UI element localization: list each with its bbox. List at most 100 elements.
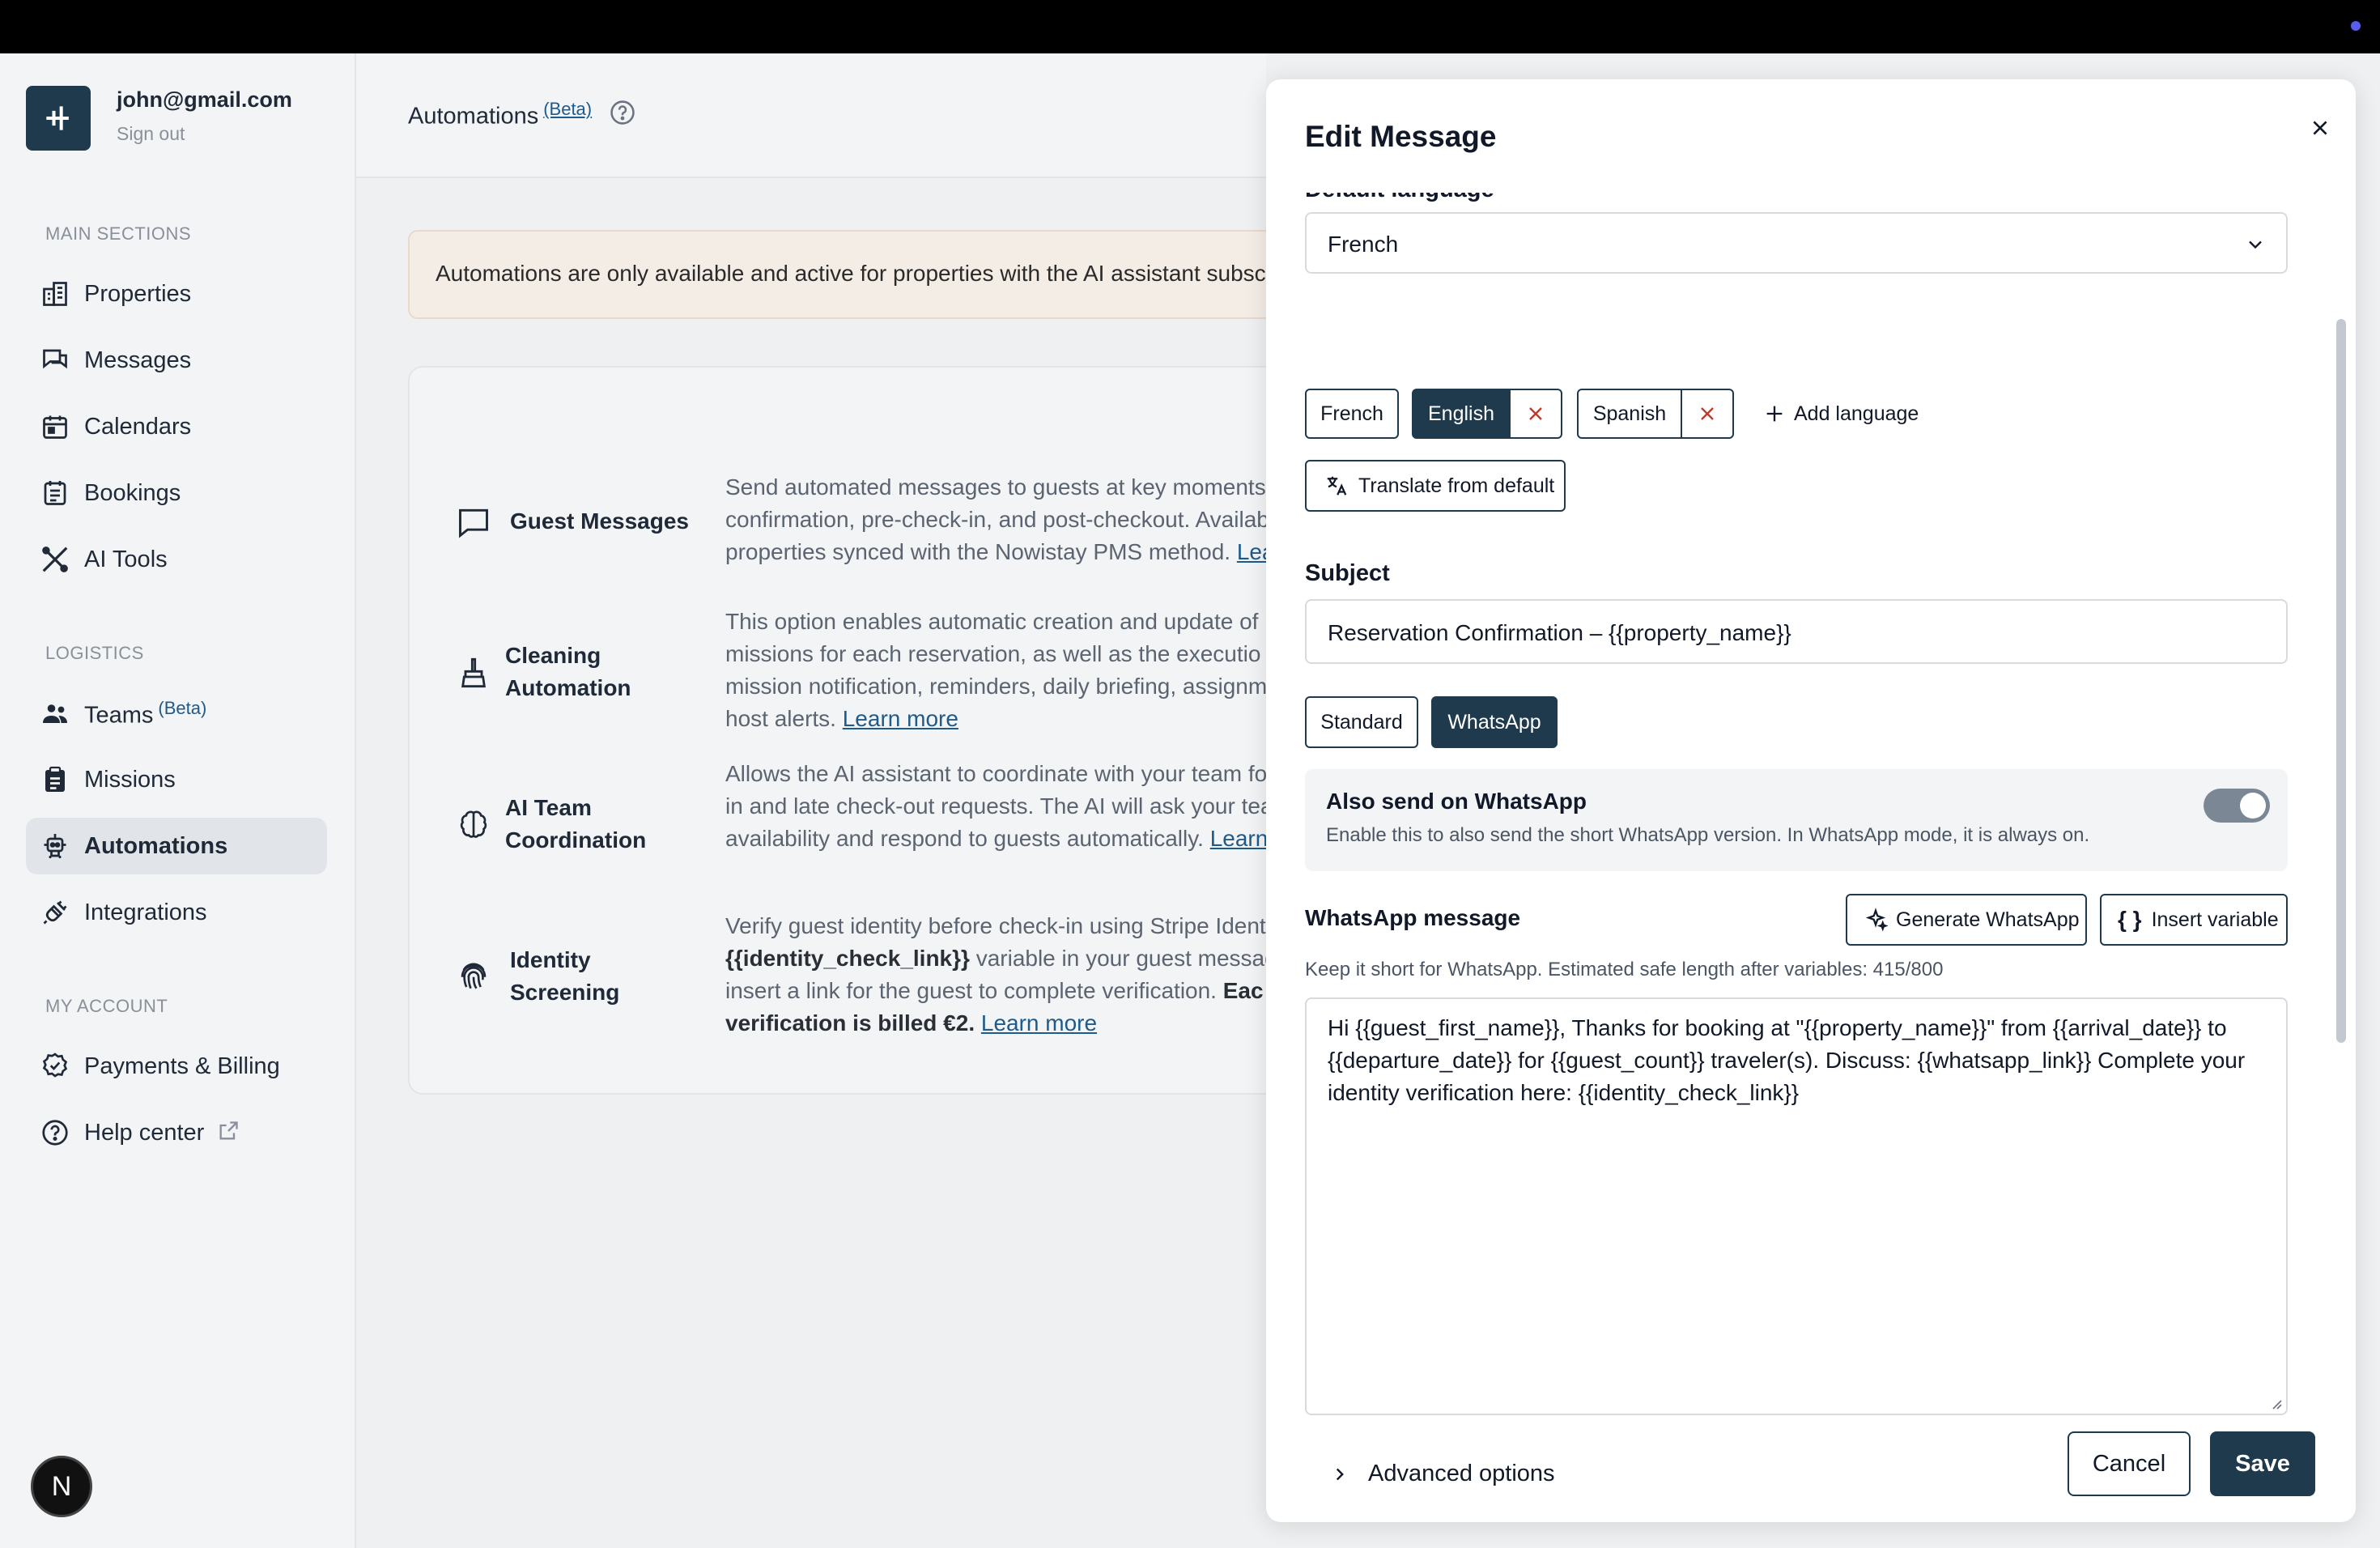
nav-label: AI Tools [84,546,168,572]
nav-label: Calendars [84,413,192,440]
insert-variable-button[interactable]: { } Insert variable [2100,894,2288,946]
user-email: john@gmail.com [117,87,292,112]
clipboard-icon [37,762,73,797]
nav-calendars[interactable]: Calendars [26,398,327,455]
lang-chip-spanish[interactable]: Spanish [1577,389,1682,439]
remove-spanish-button[interactable] [1682,389,1734,439]
nav-label: Bookings [84,479,181,506]
close-icon [1529,407,1542,420]
toggle-title: Also send on WhatsApp [1326,789,1587,814]
toggle-description: Enable this to also send the short Whats… [1326,824,2090,846]
page-title: Automations (Beta) [408,99,593,130]
default-language-label: Default language [1305,193,1494,203]
learn-more-link[interactable]: Learn [1210,826,1269,851]
lang-chip-french[interactable]: French [1305,389,1399,439]
feature-ai-team: AI Team Coordination [505,795,647,853]
nav-help-center[interactable]: Help center [26,1104,327,1161]
help-icon[interactable] [609,99,636,126]
lang-chip-english[interactable]: English [1412,389,1511,439]
nav-integrations[interactable]: Integrations [26,884,327,941]
status-dot [2351,21,2361,31]
learn-more-link[interactable]: Learn more [981,1010,1097,1036]
nav-teams[interactable]: Teams (Beta) [26,685,327,742]
nav-label: Help center [84,1119,205,1146]
nav-messages[interactable]: Messages [26,332,327,389]
advanced-options-toggle[interactable]: Advanced options [1329,1461,1555,1487]
close-button[interactable] [2297,105,2343,151]
whatsapp-message-label: WhatsApp message [1305,905,1521,930]
cancel-button[interactable]: Cancel [2068,1431,2191,1496]
help-circle-icon [37,1115,73,1150]
top-bar [0,0,2380,53]
nav-missions[interactable]: Missions [26,751,327,808]
plus-icon [1766,406,1783,422]
chat-icon [37,342,73,378]
nav-properties[interactable]: Properties [26,266,327,322]
resize-handle-icon[interactable] [2268,1396,2283,1410]
close-icon [1701,407,1714,420]
beta-badge: (Beta) [158,697,207,718]
chevron-down-icon [2249,240,2262,249]
section-logistics: LOGISTICS [45,643,144,663]
length-hint: Keep it short for WhatsApp. Estimated sa… [1305,959,1944,980]
remove-english-button[interactable] [1511,389,1562,439]
add-language-button[interactable]: Add language [1763,389,1919,439]
badge-check-icon [37,1048,73,1084]
nav-label: Payments & Billing [84,1053,280,1079]
nav-label: Properties [84,280,192,307]
whatsapp-toggle-card: Also send on WhatsApp Enable this to als… [1305,769,2288,871]
automation-icon [37,828,73,864]
feature-identity: Identity Screening [510,947,620,1005]
subject-label: Subject [1305,560,1390,586]
team-icon [37,695,73,731]
beta-badge[interactable]: (Beta) [543,99,592,119]
select-value: French [1328,232,1399,257]
nav-label: Messages [84,347,192,373]
whatsapp-toggle[interactable] [2204,789,2270,823]
nav-payments[interactable]: Payments & Billing [26,1038,327,1095]
nav-label: Integrations [84,899,207,925]
nav-label: Automations [84,832,228,859]
chevron-right-icon [1336,1468,1344,1480]
nav-automations[interactable]: Automations [26,818,327,874]
nav-bookings[interactable]: Bookings [26,465,327,521]
edit-message-modal: Edit Message Default language French Fre… [1266,79,2356,1522]
feature-guest-messages: Guest Messages [510,508,689,534]
subject-input[interactable]: Reservation Confirmation – {{property_na… [1305,599,2288,664]
feature-cleaning: Cleaning Automation [505,643,631,700]
plug-icon [37,895,73,930]
whatsapp-message-textarea[interactable]: Hi {{guest_first_name}}, Thanks for book… [1305,997,2288,1415]
learn-more-link[interactable]: Learn more [843,706,958,731]
app-logo[interactable] [26,86,91,151]
calendar-icon [37,409,73,444]
external-link-icon [217,1120,240,1146]
tab-whatsapp[interactable]: WhatsApp [1431,696,1558,748]
nav-label: Missions [84,766,176,793]
nav-label: Teams (Beta) [84,697,207,729]
braces-icon: { } [2118,907,2142,932]
default-language-select[interactable]: French [1305,212,2288,274]
close-icon [2313,121,2327,135]
modal-title: Edit Message [1305,120,1497,153]
translate-icon [1327,476,1347,495]
broom-icon [455,654,492,691]
sign-out-link[interactable]: Sign out [117,123,185,145]
modal-body[interactable]: Default language French French English S… [1266,193,2356,1496]
bookings-icon [37,475,73,511]
generate-whatsapp-button[interactable]: Generate WhatsApp [1846,894,2087,946]
sidebar: john@gmail.com Sign out MAIN SECTIONS Pr… [0,53,356,1548]
section-account: MY ACCOUNT [45,996,168,1016]
brain-icon [455,806,492,844]
fingerprint-icon [455,957,492,994]
translate-from-default-button[interactable]: Translate from default [1305,460,1566,512]
save-button[interactable]: Save [2210,1431,2315,1496]
modal-scrollbar[interactable] [2336,319,2346,1043]
sparkle-icon [1865,908,1888,932]
user-avatar[interactable]: N [31,1456,92,1517]
building-icon [37,276,73,312]
nav-ai-tools[interactable]: AI Tools [26,531,327,588]
section-main: MAIN SECTIONS [45,223,192,244]
message-square-icon [455,504,492,541]
tab-standard[interactable]: Standard [1305,696,1418,748]
tools-icon [37,542,73,577]
